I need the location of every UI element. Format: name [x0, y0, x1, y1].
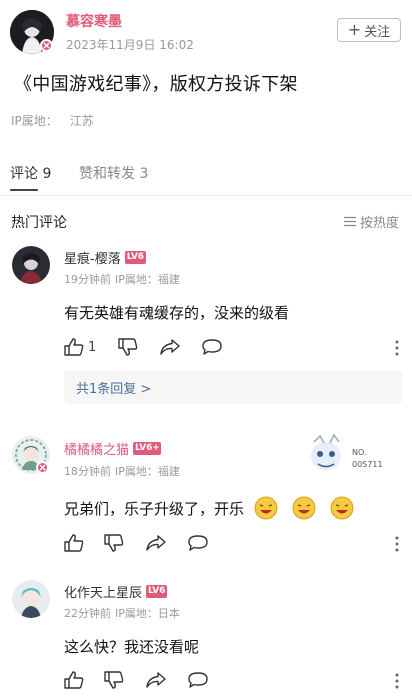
post-title: 《中国游戏纪事》，版权方投诉下架 [14, 74, 298, 95]
more-options-icon[interactable] [395, 673, 399, 689]
more-options-icon[interactable] [395, 340, 399, 356]
post-author-name[interactable]: 慕容寒墨 [66, 11, 122, 31]
share-button[interactable] [146, 671, 166, 689]
comment-actions [0, 671, 412, 691]
laughing-emoji-icon [330, 496, 354, 520]
tabs-divider [0, 195, 412, 196]
comment-meta: 19分钟前 IP属地：福建 [64, 273, 180, 286]
verified-badge-icon [40, 39, 53, 52]
sort-by-popularity-button[interactable]: 按热度 [343, 212, 399, 231]
vip-badge-icon [36, 461, 49, 474]
like-button[interactable]: 1 [64, 338, 96, 356]
commenter-name[interactable]: 化作天上星辰 LV6 [64, 582, 168, 601]
commenter-name[interactable]: 星痕-樱落 LV6 [64, 248, 146, 267]
comment-meta: 22分钟前 IP属地：日本 [64, 607, 180, 620]
level-badge: LV6+ [133, 442, 162, 455]
follow-label: 关注 [364, 24, 391, 40]
laughing-emoji-icon [292, 496, 316, 520]
share-button[interactable] [146, 534, 166, 552]
comment-bubble-icon [188, 535, 208, 551]
comment-bubble-icon [188, 672, 208, 688]
comment-tabs: 评论 9 赞和转发 3 [0, 160, 412, 192]
thumbs-down-icon [104, 671, 124, 689]
thumbs-down-icon [104, 534, 124, 552]
dislike-button[interactable] [104, 671, 124, 689]
tab-likes-reposts[interactable]: 赞和转发 3 [79, 163, 148, 183]
thumbs-down-icon [118, 338, 138, 356]
comment-text: 有无英雄有魂缓存的，没来的级看 [64, 304, 290, 322]
commenter-name[interactable]: 橘橘橘之猫 LV6+ [64, 439, 162, 458]
post-timestamp: 2023年11月9日 16:02 [66, 38, 194, 52]
share-icon [146, 672, 166, 688]
dislike-button[interactable] [104, 534, 124, 552]
avatar[interactable] [12, 580, 50, 618]
plus-icon: + [347, 20, 362, 39]
like-count: 1 [88, 339, 97, 355]
sort-label: 按热度 [360, 216, 400, 231]
reply-button[interactable] [188, 534, 208, 552]
laughing-emoji-icon [254, 496, 278, 520]
thumbs-up-icon [64, 534, 84, 552]
comment-text: 兄弟们，乐子升级了，开乐 [64, 496, 354, 520]
sticker-number-value: 00S711 [352, 460, 383, 469]
sort-lines-icon [344, 216, 356, 227]
fan-card-sticker [311, 433, 341, 470]
comment-actions: 1 [0, 338, 412, 358]
active-tab-indicator [10, 189, 38, 191]
level-badge: LV6 [146, 585, 168, 598]
comment-bubble-icon [202, 339, 222, 355]
comment-meta: 18分钟前 IP属地：福建 [64, 465, 180, 478]
reply-button[interactable] [202, 338, 222, 356]
comment-actions [0, 534, 412, 554]
share-button[interactable] [160, 338, 180, 356]
share-icon [146, 535, 166, 551]
like-button[interactable] [64, 671, 84, 689]
share-icon [160, 339, 180, 355]
like-button[interactable] [64, 534, 84, 552]
post-ip-location: IP属地： 江苏 [11, 114, 94, 128]
avatar[interactable] [12, 246, 50, 284]
dislike-button[interactable] [118, 338, 138, 356]
reply-button[interactable] [188, 671, 208, 689]
comment-text: 这么快？我还没看呢 [64, 638, 200, 656]
level-badge: LV6 [124, 251, 146, 264]
thumbs-up-icon [64, 671, 84, 689]
more-options-icon[interactable] [395, 536, 399, 552]
hot-comments-title: 热门评论 [11, 215, 67, 231]
thumbs-up-icon [64, 338, 84, 356]
view-replies-link[interactable]: 共1条回复 > [64, 370, 402, 404]
tab-comments[interactable]: 评论 9 [10, 163, 51, 183]
sticker-number-label: NO. [352, 448, 367, 457]
follow-button[interactable]: + 关注 [337, 18, 401, 42]
